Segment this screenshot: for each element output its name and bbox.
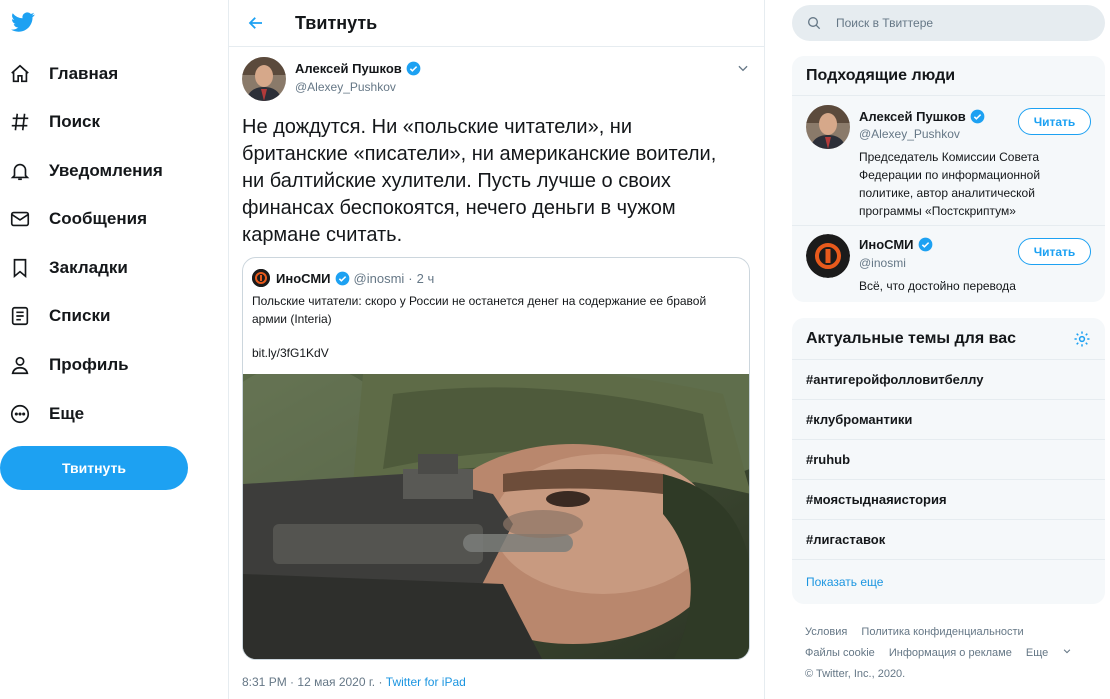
arrow-left-icon [248,17,262,29]
trend-item[interactable]: #моястыднаяистория [792,480,1105,520]
envelope-icon [0,208,40,230]
right-column: Подходящие люди Алексей Пушков @Alexey_P… [765,0,1110,699]
soldier-photo[interactable] [243,374,750,660]
person-name-text: Алексей Пушков [859,109,966,124]
nav-messages[interactable]: Сообщения [0,199,210,239]
footer-link-cookies[interactable]: Файлы cookie [805,647,875,659]
follow-button[interactable]: Читать [1018,108,1091,135]
quoted-tweet[interactable]: ИноСМИ @inosmi · 2 ч Польские читатели: … [242,257,750,660]
person-bio: Всё, что достойно перевода [859,279,1016,293]
verified-badge-icon [970,109,985,124]
trends-panel: Актуальные темы для вас #антигеройфоллов… [792,318,1105,604]
nav-label: Профиль [49,355,129,374]
avatar[interactable] [242,57,286,101]
person-handle: @Alexey_Pushkov [859,127,960,141]
bookmark-icon [0,257,40,279]
more-icon [0,403,40,425]
person-card[interactable]: Алексей Пушков @Alexey_Pushkov Председат… [792,96,1105,226]
show-more-link[interactable]: Показать еще [792,560,1105,603]
footer-link-more[interactable]: Еще [1026,647,1072,659]
nav-explore[interactable]: Поиск [0,102,210,142]
search-icon [808,17,821,30]
main-column: Твитнуть Алексей Пушков @Alexey_Pushkov … [228,0,765,699]
quoted-author-handle: @inosmi [353,270,405,286]
author-handle[interactable]: @Alexey_Pushkov [295,80,396,94]
tweet-time: 8:31 PM [242,675,287,689]
trends-title: Актуальные темы для вас [806,329,1017,347]
person-name[interactable]: ИноСМИ [859,237,933,252]
tweet-source-link[interactable]: Twitter for iPad [386,675,466,689]
nav-profile[interactable]: Профиль [0,345,210,385]
footer: Условия Политика конфиденциальности Файл… [805,622,1095,685]
verified-badge-icon [918,237,932,252]
person-icon [0,354,40,376]
page-title: Твитнуть [295,12,378,33]
person-bio: Председатель Комиссии Совета Федерации п… [859,150,1041,218]
quoted-time: 2 ч [416,270,435,286]
nav-more[interactable]: Еще [0,394,210,434]
author-name-text: Алексей Пушков [295,61,402,76]
main-header: Твитнуть [229,0,764,47]
tweet-author: Алексей Пушков @Alexey_Pushkov [242,57,752,101]
back-button[interactable] [229,0,283,47]
chevron-down-icon [1064,649,1071,654]
trends-header: Актуальные темы для вас [792,318,1105,360]
nav-label: Уведомления [49,161,163,180]
footer-link-terms[interactable]: Условия [805,626,847,638]
copyright: © Twitter, Inc., 2020. [805,668,906,680]
bell-icon [0,160,40,182]
separator-dot: · [290,675,295,689]
nav-label: Еще [49,404,85,423]
who-to-follow-title: Подходящие люди [792,56,1105,96]
verified-badge-icon [335,271,349,285]
nav-home[interactable]: Главная [0,54,210,94]
tweet-button[interactable]: Твитнуть [0,446,188,490]
footer-link-ads[interactable]: Информация о рекламе [889,647,1012,659]
person-handle: @inosmi [859,256,906,270]
avatar[interactable] [806,105,850,149]
trend-item[interactable]: #антигеройфолловитбеллу [792,360,1105,400]
nav-bookmarks[interactable]: Закладки [0,248,210,288]
who-to-follow-panel: Подходящие люди Алексей Пушков @Alexey_P… [792,56,1105,302]
twitter-bird-icon[interactable] [10,10,36,34]
nav-label: Сообщения [49,209,147,228]
nav-label: Поиск [49,112,101,131]
separator-dot: · [408,270,413,286]
footer-more-label: Еще [1025,647,1049,659]
hashtag-icon [0,111,40,133]
quoted-tweet-header: ИноСМИ @inosmi · 2 ч [252,269,434,287]
quoted-author-name: ИноСМИ [276,270,331,286]
tweet-date[interactable]: 12 мая 2020 г. [297,675,375,689]
quoted-link[interactable]: bit.ly/3fG1KdV [252,346,329,360]
trend-item[interactable]: #лигаставок [792,520,1105,560]
author-name[interactable]: Алексей Пушков [295,61,421,76]
person-card[interactable]: ИноСМИ @inosmi Всё, что достойно перевод… [792,226,1105,302]
quoted-text: Польские читатели: скоро у России не ост… [252,294,707,326]
separator-dot: · [378,675,383,689]
inosmi-avatar[interactable] [806,234,850,278]
footer-link-privacy[interactable]: Политика конфиденциальности [861,626,1023,638]
home-icon [0,63,40,85]
trend-item[interactable]: #клубромантики [792,400,1105,440]
nav-notifications[interactable]: Уведомления [0,151,210,191]
tweet-meta: 8:31 PM · 12 мая 2020 г. · Twitter for i… [242,675,466,689]
nav-label: Главная [49,64,119,83]
person-name-text: ИноСМИ [859,237,914,252]
verified-badge-icon [406,61,421,76]
left-sidebar: Главная Поиск Уведомления Сообщения Закл… [0,0,228,699]
inosmi-avatar [252,269,270,287]
chevron-down-icon[interactable] [736,61,750,75]
tweet-text: Не дождутся. Ни «польские читатели», ни … [242,116,717,246]
gear-icon[interactable] [1073,330,1091,348]
follow-button[interactable]: Читать [1018,238,1091,265]
nav-lists[interactable]: Списки [0,296,210,336]
nav-label: Списки [49,306,111,325]
trend-item[interactable]: #ruhub [792,440,1105,480]
search-input[interactable] [836,16,1086,30]
nav-label: Закладки [49,258,128,277]
list-icon [0,305,40,327]
person-name[interactable]: Алексей Пушков [859,109,985,124]
search-bar[interactable] [792,5,1105,41]
